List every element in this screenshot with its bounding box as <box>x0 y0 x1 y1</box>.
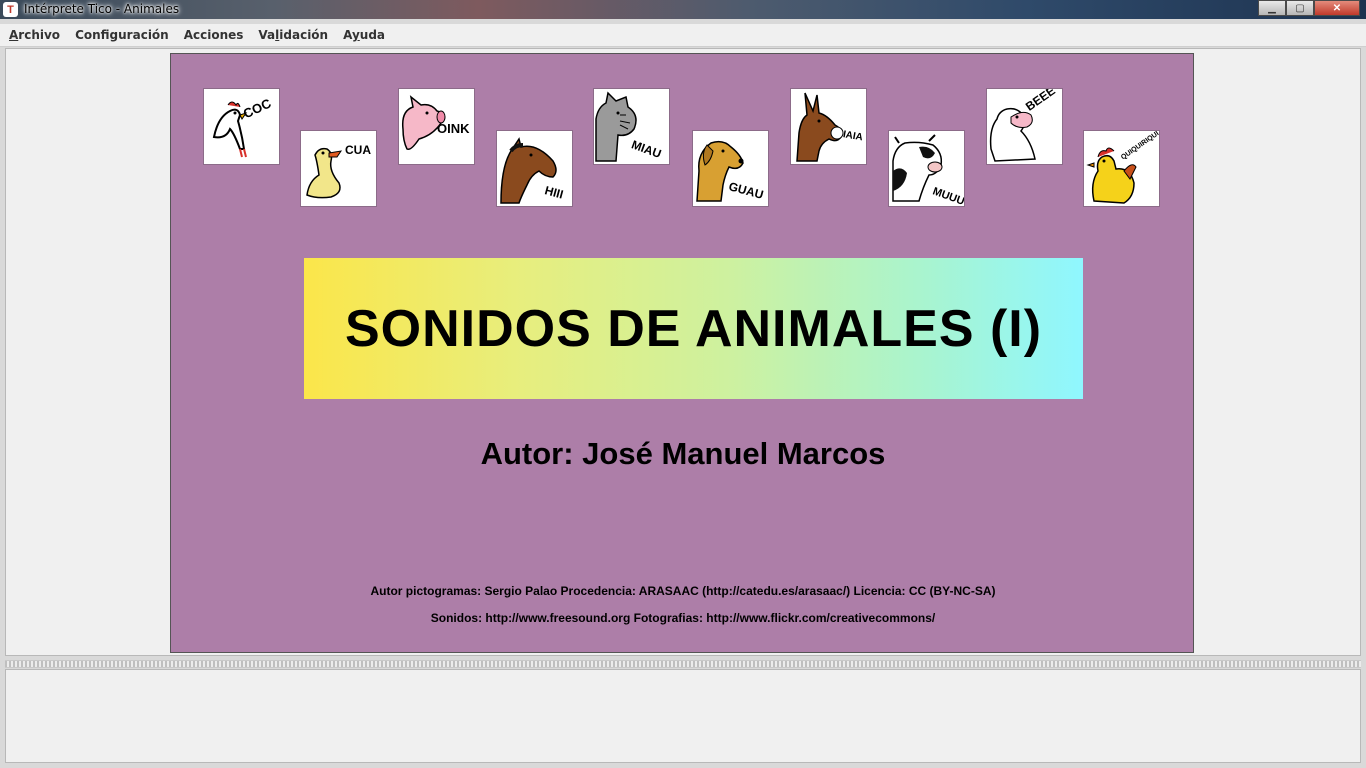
menu-bar: Archivo Configuración Acciones Validació… <box>0 24 1366 47</box>
maximize-button[interactable]: ▢ <box>1286 0 1314 16</box>
menu-validacion[interactable]: Validación <box>252 28 334 42</box>
split-pane-divider[interactable] <box>5 660 1361 668</box>
donkey-icon <box>796 92 844 162</box>
cell-sheep[interactable]: BEEE <box>986 88 1063 165</box>
author-text: Autor: José Manuel Marcos <box>480 436 886 471</box>
window-title: Intérprete Tico - Animales <box>24 2 180 16</box>
close-button[interactable]: ✕ <box>1314 0 1360 16</box>
board: COC CUA OINK HIII MIAU GUAU IAIA MUUU BE… <box>170 53 1194 653</box>
cell-hen[interactable]: COC <box>203 88 280 165</box>
title-cell[interactable]: SONIDOS DE ANIMALES (I) <box>304 258 1083 399</box>
menu-acciones[interactable]: Acciones <box>178 28 250 42</box>
sound-label-cua: CUA <box>345 143 371 157</box>
tico-icon[interactable]: T <box>3 2 18 17</box>
board-title: SONIDOS DE ANIMALES (I) <box>344 299 1043 358</box>
cell-pig[interactable]: OINK <box>398 88 475 165</box>
window-controls: ▁ ▢ ✕ <box>1258 0 1360 16</box>
cell-cow[interactable]: MUUU <box>888 130 965 207</box>
menu-ayuda[interactable]: Ayuda <box>337 28 391 42</box>
cell-dog[interactable]: GUAU <box>692 130 769 207</box>
app-window: T Intérprete Tico - Animales ▁ ▢ ✕ Archi… <box>0 0 1366 768</box>
cell-donkey[interactable]: IAIA <box>790 88 867 165</box>
cell-rooster[interactable]: QUIQUIRIQUI <box>1083 130 1160 207</box>
title-bar[interactable]: T Intérprete Tico - Animales ▁ ▢ ✕ <box>0 0 1366 19</box>
minimize-button[interactable]: ▁ <box>1258 0 1286 16</box>
cell-cat[interactable]: MIAU <box>593 88 670 165</box>
menu-configuracion[interactable]: Configuración <box>69 28 175 42</box>
menu-archivo[interactable]: Archivo <box>3 28 66 42</box>
sound-label-oink: OINK <box>437 121 470 136</box>
cell-horse[interactable]: HIII <box>496 130 573 207</box>
bottom-panel <box>5 669 1361 763</box>
credits-line-2: Sonidos: http://www.freesound.org Fotogr… <box>430 611 936 625</box>
cell-duck[interactable]: CUA <box>300 130 377 207</box>
credits-line-1: Autor pictogramas: Sergio Palao Proceden… <box>370 584 996 598</box>
